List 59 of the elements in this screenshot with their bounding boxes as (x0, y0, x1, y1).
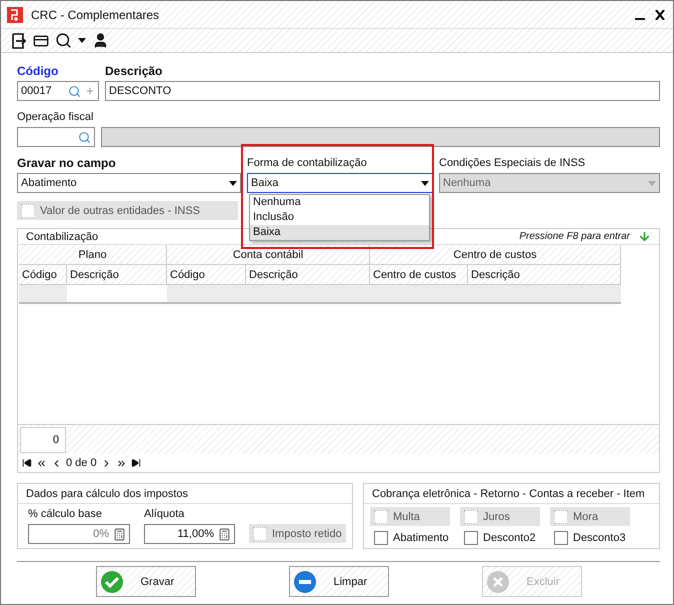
field-label: Alíquota (144, 507, 186, 522)
percent-field[interactable]: 11,00% (144, 524, 235, 544)
dropdown-option[interactable]: Inclusão (250, 210, 429, 225)
dropdown-option[interactable]: Nenhuma (250, 195, 429, 210)
minus-circle-icon (294, 570, 316, 592)
x-circle-icon (486, 570, 508, 592)
panel-title: Cobrança eletrônica - Retorno - Contas a receber - Item (372, 488, 645, 500)
field-label: Descrição (105, 63, 164, 80)
exit-icon[interactable] (11, 32, 27, 48)
first-icon[interactable] (22, 458, 32, 468)
checkbox[interactable]: Desconto3 (550, 528, 630, 547)
count-field: 0 (20, 426, 66, 452)
search-icon[interactable] (55, 32, 72, 49)
column-header[interactable]: Descrição (468, 265, 621, 285)
checkbox[interactable]: Abatimento (370, 528, 450, 547)
column-group-header: Plano (19, 245, 167, 265)
column-header[interactable]: Descrição (246, 265, 370, 285)
column-header[interactable]: Descrição (67, 265, 167, 285)
field-label: % cálculo base (28, 507, 103, 522)
calculator-icon[interactable] (218, 528, 231, 540)
code-field[interactable] (17, 127, 95, 147)
column-group-header: Conta contábil (167, 245, 370, 265)
field-label: Gravar no campo (17, 155, 117, 172)
pager-text: 0 de 0 (66, 457, 97, 469)
user-icon[interactable] (92, 32, 109, 49)
next-page-icon[interactable] (116, 458, 127, 468)
caret-icon (78, 38, 86, 43)
hint-text: Pressione F8 para entrar (519, 231, 630, 242)
checkbox[interactable]: Desconto2 (460, 528, 540, 547)
action-button[interactable]: Gravar (96, 566, 196, 597)
column-header[interactable]: Código (167, 265, 246, 285)
panel-title: Contabilização (26, 230, 98, 242)
caret-icon (229, 180, 237, 186)
caret-icon (421, 180, 429, 186)
check-circle-icon (100, 570, 122, 592)
code-field[interactable]: 00017 (17, 81, 99, 101)
previous-page-icon[interactable] (36, 458, 47, 468)
close-icon[interactable] (653, 10, 667, 20)
column-header[interactable]: Código (19, 265, 67, 285)
card-icon[interactable] (33, 32, 49, 48)
plus-icon[interactable] (85, 86, 95, 96)
action-button[interactable]: Limpar (288, 566, 388, 597)
dropdown-option[interactable]: Baixa (250, 225, 429, 240)
last-icon[interactable] (130, 458, 141, 468)
window-title: CRC - Complementares (31, 8, 160, 22)
column-group-header: Centro de custos (370, 245, 621, 265)
field-label: Operação fiscal (17, 110, 94, 125)
field-label: Código (17, 63, 60, 80)
field-label: Forma de contabilização (247, 156, 368, 171)
dropdown[interactable]: Baixa (247, 173, 433, 193)
field-label: Condições Especiais de INSS (439, 156, 586, 171)
column-header[interactable]: Centro de custos (370, 265, 468, 285)
arrow-down-icon[interactable] (638, 230, 651, 243)
panel-title: Dados para cálculo dos impostos (26, 488, 188, 500)
dropdown[interactable]: Abatimento (17, 173, 241, 193)
table-cell (19, 285, 67, 304)
caret-icon (648, 180, 656, 186)
description-field[interactable]: DESCONTO (105, 81, 660, 101)
app-logo-icon (7, 6, 23, 22)
